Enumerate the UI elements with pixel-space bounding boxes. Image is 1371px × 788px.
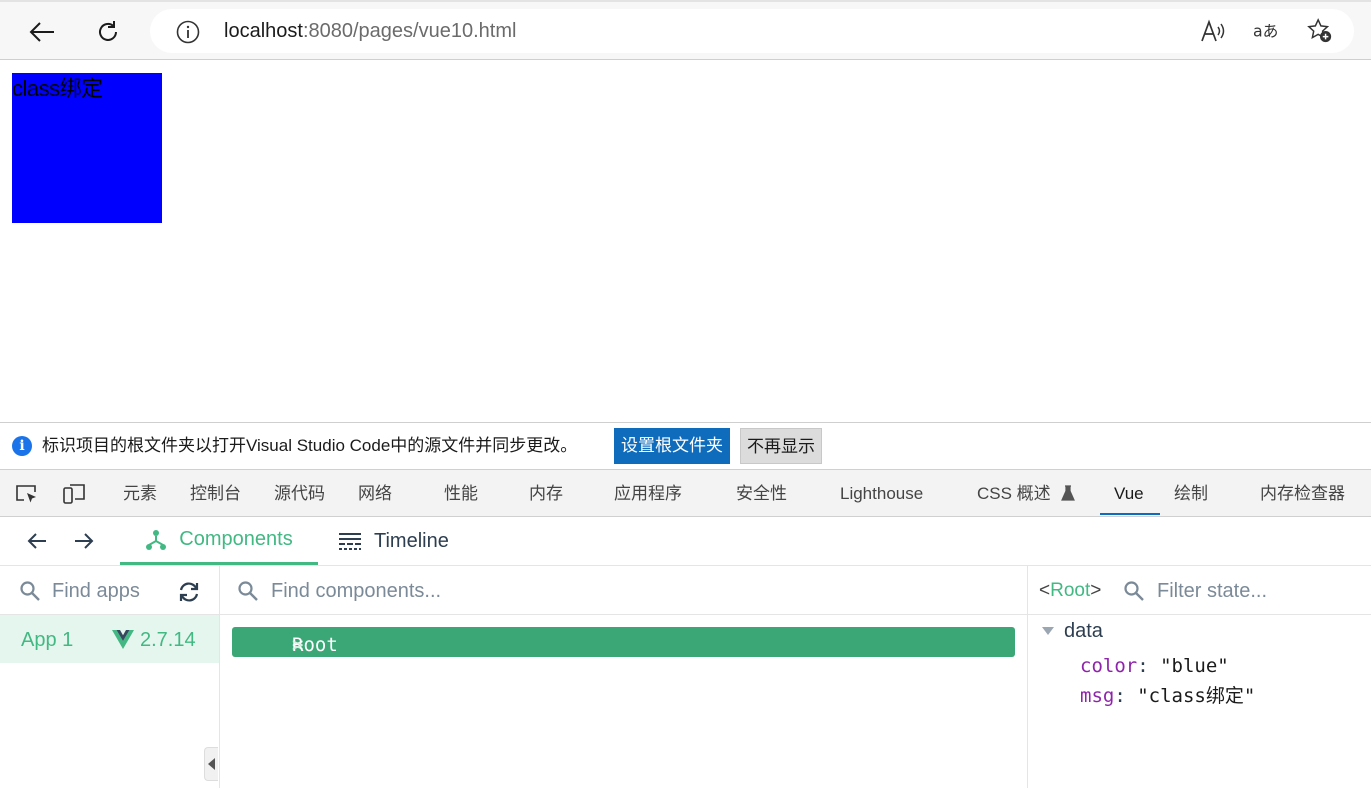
read-aloud-icon (1201, 19, 1225, 42)
tab-memory[interactable]: 内存 (529, 482, 563, 506)
url-path: :8080/pages/vue10.html (302, 20, 517, 42)
timeline-icon (339, 533, 361, 550)
components-search: Find components... (220, 566, 1027, 615)
property-value: "class绑定" (1137, 685, 1256, 707)
expand-triangle-icon (1042, 627, 1054, 635)
info-icon: i (12, 436, 32, 456)
tag-close-bracket: > (292, 634, 304, 656)
state-property-color[interactable]: color: "blue" (1080, 654, 1229, 678)
inspect-icon (16, 485, 36, 503)
arrow-right-icon (75, 533, 94, 549)
favorite-add-icon (1307, 18, 1332, 43)
address-bar[interactable]: localhost:8080/pages/vue10.html aあ (150, 9, 1354, 53)
devtools-infobar: i 标识项目的根文件夹以打开Visual Studio Code中的源文件并同步… (0, 422, 1371, 469)
read-aloud-button[interactable] (1200, 18, 1226, 44)
back-arrow-icon (29, 22, 54, 42)
vue-logo-icon (112, 630, 134, 649)
find-components-input[interactable]: Find components... (271, 579, 441, 603)
filter-state-input[interactable]: Filter state... (1157, 579, 1267, 603)
active-tab-indicator (1100, 513, 1160, 515)
tab-components-label: Components (179, 528, 293, 550)
arrow-left-icon (27, 533, 46, 549)
vue-back-button[interactable] (24, 529, 50, 553)
tab-network[interactable]: 网络 (358, 482, 392, 506)
tag-open-bracket: < (1039, 580, 1051, 601)
tab-components[interactable]: Components (120, 517, 318, 565)
tab-vue[interactable]: Vue (1114, 482, 1144, 506)
device-toolbar-icon (63, 484, 85, 504)
refresh-button[interactable] (90, 14, 126, 50)
back-button[interactable] (24, 14, 60, 50)
search-icon (238, 581, 258, 601)
class-bound-box: class绑定 (12, 73, 162, 223)
data-section-label: data (1064, 620, 1103, 642)
inspect-element-button[interactable] (14, 482, 40, 506)
experiment-flask-icon (1061, 485, 1076, 501)
app-name: App 1 (21, 629, 74, 651)
property-value: "blue" (1160, 655, 1229, 677)
tab-lighthouse[interactable]: Lighthouse (840, 482, 923, 506)
selected-component-name: <Root> (1039, 579, 1101, 603)
tab-elements[interactable]: 元素 (123, 482, 157, 506)
dont-show-again-button[interactable]: 不再显示 (740, 428, 822, 464)
component-tree-root[interactable]: < Root > (232, 627, 1015, 657)
tab-timeline-label: Timeline (374, 529, 449, 552)
box-text: class绑定 (12, 76, 103, 101)
find-apps-input[interactable]: Find apps (52, 579, 140, 603)
vue-devtools-toolbar: Components Timeline (0, 517, 1371, 566)
tab-security[interactable]: 安全性 (736, 482, 787, 506)
browser-toolbar: localhost:8080/pages/vue10.html aあ (0, 0, 1371, 60)
selected-component-label: Root (1050, 580, 1091, 601)
state-property-msg[interactable]: msg: "class绑定" (1080, 684, 1255, 708)
refresh-apps-button[interactable] (176, 579, 202, 605)
property-colon: : (1137, 655, 1161, 677)
tab-application[interactable]: 应用程序 (614, 482, 682, 506)
state-search: <Root> Filter state... (1028, 566, 1371, 615)
tab-console[interactable]: 控制台 (190, 482, 241, 506)
component-tree-icon (146, 529, 167, 550)
search-icon (1124, 581, 1144, 601)
translate-icon: aあ (1253, 22, 1278, 41)
refresh-icon (99, 21, 117, 41)
tab-memory-inspector[interactable]: 内存检查器 (1260, 482, 1345, 506)
url-text[interactable]: localhost:8080/pages/vue10.html (224, 19, 516, 43)
components-pane: Find components... < Root > (220, 566, 1028, 788)
tab-timeline[interactable]: Timeline (338, 517, 449, 565)
state-inspector-pane: <Root> Filter state... data color: "blue… (1028, 566, 1371, 788)
refresh-icon (179, 582, 199, 602)
vue-version: 2.7.14 (140, 629, 196, 651)
add-favorite-button[interactable] (1307, 18, 1333, 44)
device-emulation-button[interactable] (62, 482, 88, 506)
tab-sources[interactable]: 源代码 (274, 482, 325, 506)
vue-forward-button[interactable] (71, 529, 97, 553)
apps-pane: Find apps App 1 2.7.14 (0, 566, 220, 788)
tab-performance[interactable]: 性能 (444, 482, 478, 506)
translate-button[interactable]: aあ (1253, 18, 1279, 44)
set-root-folder-button[interactable]: 设置根文件夹 (614, 428, 730, 464)
devtools-tab-strip: 元素 控制台 源代码 网络 性能 内存 应用程序 安全性 Lighthouse … (0, 469, 1371, 517)
data-section-toggle[interactable]: data (1042, 619, 1103, 643)
collapse-pane-button[interactable] (204, 747, 218, 781)
svg-text:aあ: aあ (1253, 22, 1278, 41)
search-icon (20, 581, 40, 601)
apps-search: Find apps (0, 566, 219, 615)
tag-close-bracket: > (1090, 580, 1102, 601)
tab-rendering[interactable]: 绘制 (1174, 482, 1208, 506)
caret-left-icon (207, 758, 215, 770)
tab-css-overview[interactable]: CSS 概述 (977, 482, 1076, 506)
property-key: msg (1080, 685, 1115, 707)
info-icon[interactable] (176, 20, 200, 44)
property-colon: : (1114, 685, 1138, 707)
tab-css-overview-label: CSS 概述 (977, 484, 1051, 503)
url-host: localhost (224, 20, 303, 42)
property-key: color (1080, 655, 1138, 677)
infobar-message: 标识项目的根文件夹以打开Visual Studio Code中的源文件并同步更改… (42, 436, 578, 455)
app-list-item[interactable]: App 1 2.7.14 (0, 615, 219, 663)
